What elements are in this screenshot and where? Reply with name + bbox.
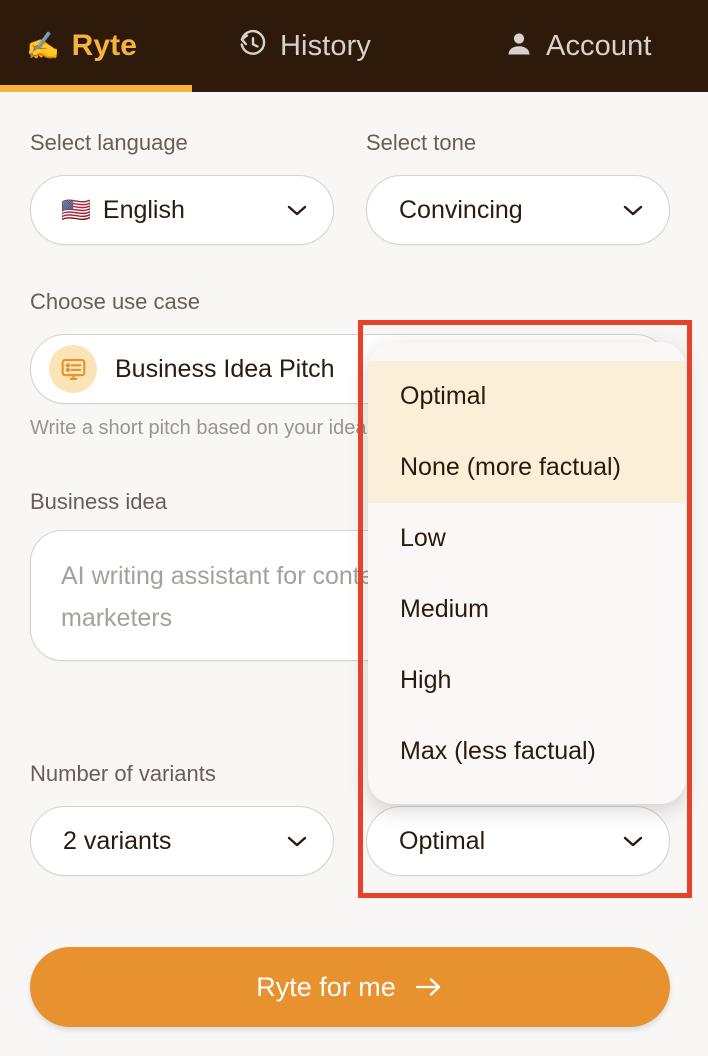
select-tone-label: Select tone — [366, 130, 477, 155]
us-flag-icon: 🇺🇸 — [61, 196, 91, 224]
tab-account-label: Account — [546, 29, 652, 62]
dropdown-option-label: Max (less factual) — [400, 737, 596, 765]
number-of-variants-label: Number of variants — [30, 761, 216, 786]
variants-select[interactable]: 2 variants — [30, 806, 334, 876]
language-select-value: 🇺🇸 English — [61, 196, 185, 225]
dropdown-option-label: None (more factual) — [400, 453, 621, 481]
history-clock-icon — [238, 29, 268, 64]
use-case-hint-text: Write a short pitch based on your idea — [30, 417, 367, 439]
chevron-down-icon — [287, 205, 307, 216]
use-case-value: Business Idea Pitch — [115, 354, 335, 383]
ryte-for-me-label: Ryte for me — [256, 971, 396, 1002]
writing-hand-icon: ✍️ — [26, 30, 60, 61]
creativity-select[interactable]: Optimal — [366, 806, 670, 876]
dropdown-option-low[interactable]: Low — [368, 503, 686, 574]
language-value-text: English — [102, 195, 185, 224]
tab-history[interactable]: History — [192, 0, 442, 92]
tab-account[interactable]: Account — [442, 0, 708, 92]
presentation-list-icon — [49, 345, 97, 393]
chevron-down-icon — [623, 205, 643, 216]
top-navigation-bar: ✍️ Ryte History Account — [0, 0, 708, 92]
creativity-select-value: Optimal — [399, 826, 486, 855]
tone-select[interactable]: Convincing — [366, 175, 670, 245]
tone-select-value: Convincing — [399, 195, 523, 224]
tab-history-label: History — [280, 29, 371, 62]
tab-ryte-label: Ryte — [71, 29, 138, 62]
user-person-icon — [504, 29, 534, 64]
dropdown-option-high[interactable]: High — [368, 645, 686, 716]
ryte-for-me-button[interactable]: Ryte for me — [30, 947, 670, 1027]
dropdown-option-optimal[interactable]: Optimal — [368, 361, 686, 432]
language-select[interactable]: 🇺🇸 English — [30, 175, 334, 245]
dropdown-option-label: Optimal — [400, 382, 487, 410]
dropdown-option-label: High — [400, 666, 452, 694]
dropdown-option-medium[interactable]: Medium — [368, 574, 686, 645]
active-tab-underline — [0, 85, 192, 92]
choose-use-case-label: Choose use case — [30, 289, 200, 314]
chevron-down-icon — [287, 836, 307, 847]
tab-ryte[interactable]: ✍️ Ryte — [0, 0, 192, 92]
dropdown-option-none[interactable]: None (more factual) — [368, 432, 686, 503]
arrow-right-icon — [415, 978, 440, 996]
chevron-down-icon — [623, 836, 643, 847]
dropdown-option-max[interactable]: Max (less factual) — [368, 716, 686, 787]
variants-select-value: 2 variants — [63, 826, 172, 855]
dropdown-option-label: Medium — [400, 595, 489, 623]
select-language-label: Select language — [30, 130, 188, 155]
dropdown-option-label: Low — [400, 524, 446, 552]
business-idea-label: Business idea — [30, 489, 167, 514]
creativity-dropdown-panel[interactable]: Optimal None (more factual) Low Medium H… — [368, 342, 686, 804]
